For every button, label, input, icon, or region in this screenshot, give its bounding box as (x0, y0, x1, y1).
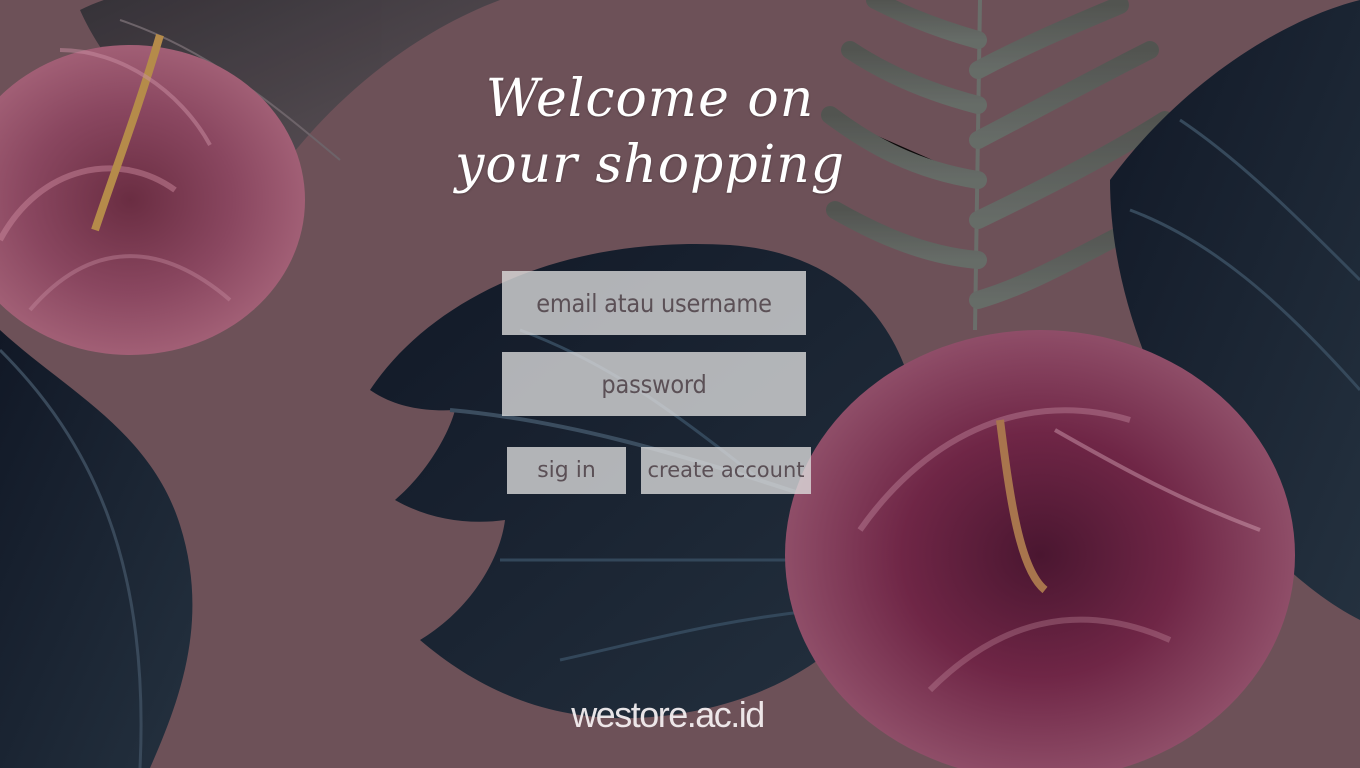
hibiscus-flower-icon (785, 330, 1295, 768)
welcome-title-line-2: your shopping (454, 135, 846, 195)
password-input[interactable] (502, 352, 806, 416)
email-username-input[interactable] (502, 271, 806, 335)
sign-in-button[interactable]: sig in (507, 447, 626, 494)
welcome-title-line-1: Welcome on (485, 69, 815, 129)
create-account-button[interactable]: create account (641, 447, 811, 494)
site-domain-label: westore.ac.id (571, 694, 765, 735)
welcome-title: Welcome on your shopping (430, 66, 870, 198)
